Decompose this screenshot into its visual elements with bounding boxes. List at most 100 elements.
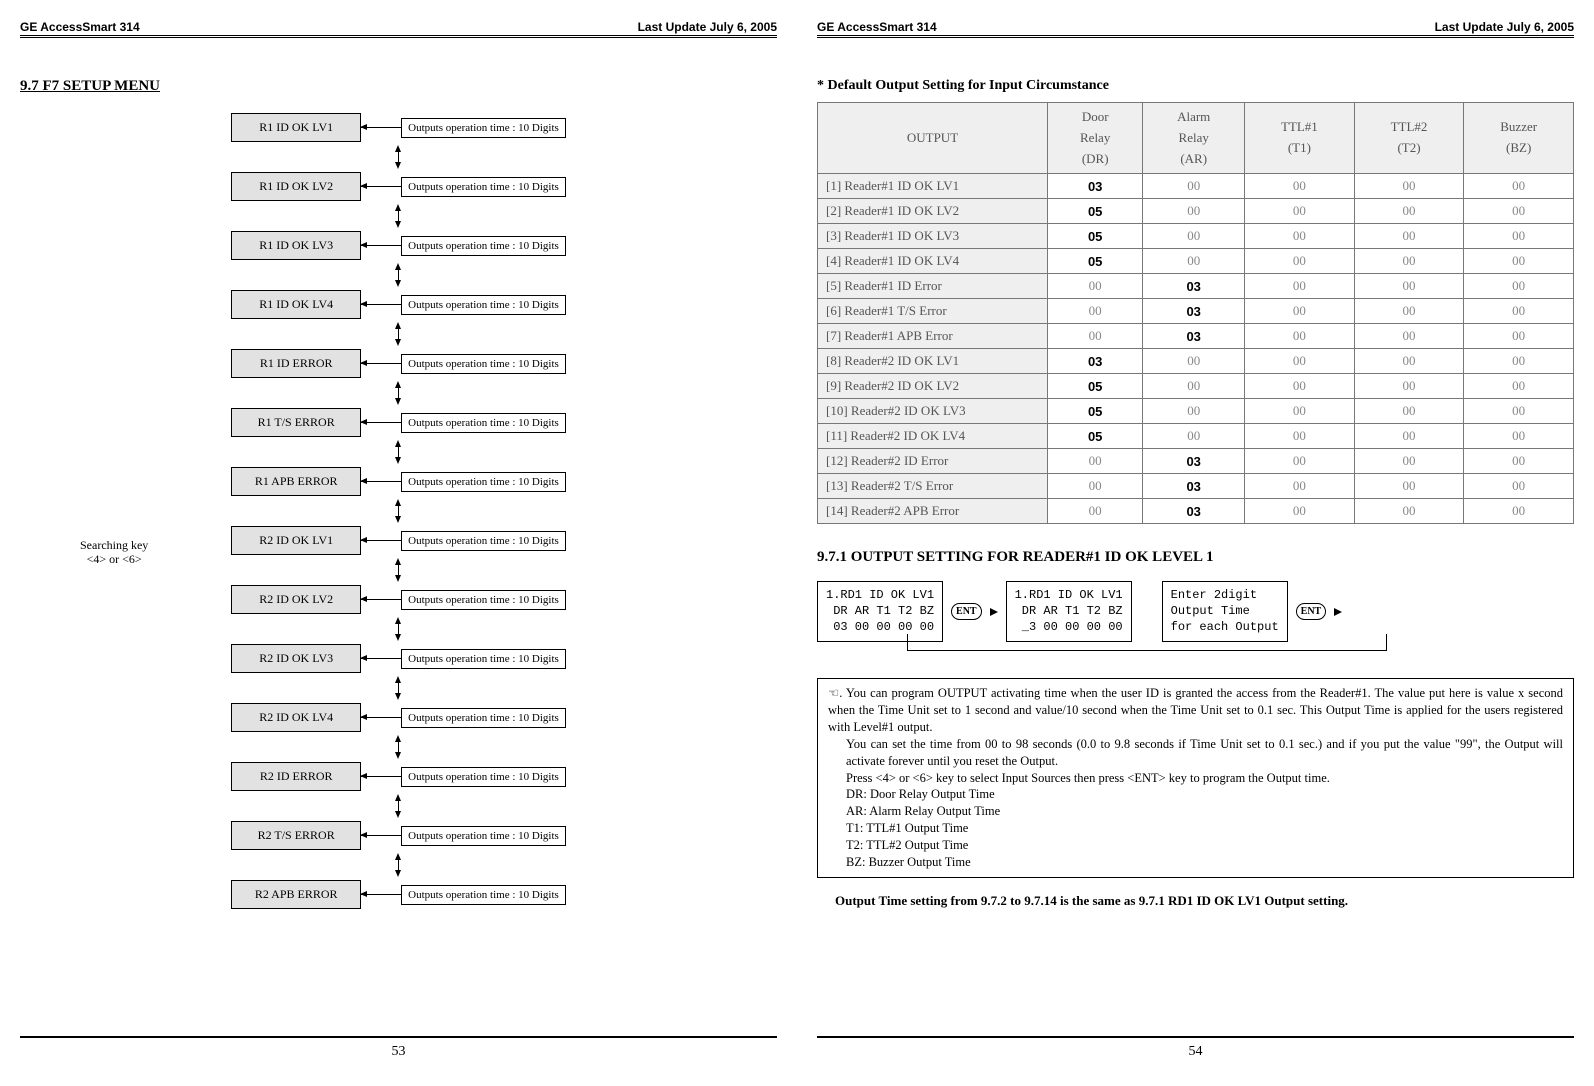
flow-connector <box>333 440 463 464</box>
output-table: OUTPUT Door Relay (DR) Alarm Relay (AR) … <box>817 102 1574 524</box>
cell-t2: 00 <box>1354 374 1464 399</box>
cell-ar: 00 <box>1143 399 1245 424</box>
table-row: [12] Reader#2 ID Error0003000000 <box>818 449 1574 474</box>
flow-node: R1 ID OK LV4 <box>231 290 361 319</box>
flow-desc: Outputs operation time : 10 Digits <box>401 826 566 846</box>
page-number: 54 <box>817 1044 1574 1060</box>
search-key-l1: Searching key <box>80 538 148 552</box>
flow-desc: Outputs operation time : 10 Digits <box>401 413 566 433</box>
cell-t1: 00 <box>1245 299 1355 324</box>
flow-node: R2 ID OK LV1 <box>231 526 361 555</box>
flow-node: R2 T/S ERROR <box>231 821 361 850</box>
cell-t2: 00 <box>1354 224 1464 249</box>
cell-dr: 05 <box>1048 374 1143 399</box>
row-label: [5] Reader#1 ID Error <box>818 274 1048 299</box>
arrow-left-icon <box>361 599 401 600</box>
row-label: [7] Reader#1 APB Error <box>818 324 1048 349</box>
cell-dr: 00 <box>1048 274 1143 299</box>
cell-ar: 03 <box>1143 474 1245 499</box>
cell-t1: 00 <box>1245 399 1355 424</box>
arrow-left-icon <box>361 363 401 364</box>
th-t1: TTL#1 (T1) <box>1245 103 1355 174</box>
update-date: Last Update July 6, 2005 <box>1435 20 1574 34</box>
table-row: [7] Reader#1 APB Error0003000000 <box>818 324 1574 349</box>
table-row: [4] Reader#1 ID OK LV40500000000 <box>818 249 1574 274</box>
search-key-l2: <4> or <6> <box>87 552 142 566</box>
cell-t1: 00 <box>1245 424 1355 449</box>
table-row: [1] Reader#1 ID OK LV10300000000 <box>818 174 1574 199</box>
ent-button-1[interactable]: ENT <box>951 603 982 620</box>
flow-desc: Outputs operation time : 10 Digits <box>401 767 566 787</box>
flow-node-row: R1 ID OK LV4Outputs operation time : 10 … <box>231 290 566 319</box>
cell-dr: 03 <box>1048 349 1143 374</box>
arrow-left-icon <box>361 540 401 541</box>
th-t2: TTL#2 (T2) <box>1354 103 1464 174</box>
cell-ar: 00 <box>1143 349 1245 374</box>
arrow-left-icon <box>361 481 401 482</box>
flow-desc: Outputs operation time : 10 Digits <box>401 531 566 551</box>
th-output: OUTPUT <box>818 103 1048 174</box>
flow-connector <box>333 617 463 641</box>
flow-desc: Outputs operation time : 10 Digits <box>401 236 566 256</box>
ent-button-2[interactable]: ENT <box>1296 603 1327 620</box>
flow-node-row: R1 ID ERROROutputs operation time : 10 D… <box>231 349 566 378</box>
cell-t2: 00 <box>1354 449 1464 474</box>
flow-node-row: R1 ID OK LV1Outputs operation time : 10 … <box>231 113 566 142</box>
arrow-left-icon <box>361 776 401 777</box>
flow-connector <box>333 204 463 228</box>
row-label: [12] Reader#2 ID Error <box>818 449 1048 474</box>
cell-dr: 05 <box>1048 199 1143 224</box>
cell-ar: 03 <box>1143 324 1245 349</box>
cell-bz: 00 <box>1464 474 1574 499</box>
flow-node-row: R2 ID OK LV4Outputs operation time : 10 … <box>231 703 566 732</box>
cell-bz: 00 <box>1464 174 1574 199</box>
arrow-left-icon <box>361 186 401 187</box>
cell-t2: 00 <box>1354 324 1464 349</box>
cell-t1: 00 <box>1245 449 1355 474</box>
flow-desc: Outputs operation time : 10 Digits <box>401 177 566 197</box>
note-box: ☜. You can program OUTPUT activating tim… <box>817 678 1574 878</box>
row-label: [1] Reader#1 ID OK LV1 <box>818 174 1048 199</box>
note-l6: T1: TTL#1 Output Time <box>846 820 1563 837</box>
cell-t1: 00 <box>1245 324 1355 349</box>
header: GE AccessSmart 314 Last Update July 6, 2… <box>817 20 1574 36</box>
cell-bz: 00 <box>1464 374 1574 399</box>
subsection-title: 9.7.1 OUTPUT SETTING FOR READER#1 ID OK … <box>817 549 1574 566</box>
flow-desc: Outputs operation time : 10 Digits <box>401 590 566 610</box>
arrow-left-icon <box>361 835 401 836</box>
table-caption: * Default Output Setting for Input Circu… <box>817 78 1574 94</box>
return-connector <box>907 650 1387 651</box>
flow-connector <box>333 853 463 877</box>
cell-t1: 00 <box>1245 174 1355 199</box>
cell-dr: 00 <box>1048 324 1143 349</box>
page-footer: 54 <box>817 1036 1574 1060</box>
flow-connector <box>333 499 463 523</box>
th-ar: Alarm Relay (AR) <box>1143 103 1245 174</box>
flow-node: R1 ID OK LV3 <box>231 231 361 260</box>
row-label: [6] Reader#1 T/S Error <box>818 299 1048 324</box>
table-row: [14] Reader#2 APB Error0003000000 <box>818 499 1574 524</box>
flow-connector <box>333 676 463 700</box>
flow-node-row: R2 APB ERROROutputs operation time : 10 … <box>231 880 566 909</box>
cell-bz: 00 <box>1464 299 1574 324</box>
cell-t1: 00 <box>1245 374 1355 399</box>
update-date: Last Update July 6, 2005 <box>638 20 777 34</box>
note-l5: AR: Alarm Relay Output Time <box>846 803 1563 820</box>
flow-connector <box>333 145 463 169</box>
flow-node-row: R1 APB ERROROutputs operation time : 10 … <box>231 467 566 496</box>
product-name: GE AccessSmart 314 <box>817 20 937 34</box>
cell-bz: 00 <box>1464 399 1574 424</box>
cell-t1: 00 <box>1245 249 1355 274</box>
table-row: [6] Reader#1 T/S Error0003000000 <box>818 299 1574 324</box>
cell-ar: 03 <box>1143 499 1245 524</box>
flowchart: Searching key <4> or <6> R1 ID OK LV1Out… <box>20 110 777 912</box>
flow-node: R2 ID ERROR <box>231 762 361 791</box>
flow-node-row: R2 ID ERROR Outputs operation time : 10 D… <box>231 762 566 791</box>
flow-connector <box>333 735 463 759</box>
cell-dr: 00 <box>1048 499 1143 524</box>
cell-dr: 05 <box>1048 224 1143 249</box>
flow-node: R2 ID OK LV4 <box>231 703 361 732</box>
lcd-flow: 1.RD1 ID OK LV1 DR AR T1 T2 BZ 03 00 00 … <box>817 581 1574 642</box>
cell-bz: 00 <box>1464 449 1574 474</box>
flow-desc: Outputs operation time : 10 Digits <box>401 885 566 905</box>
